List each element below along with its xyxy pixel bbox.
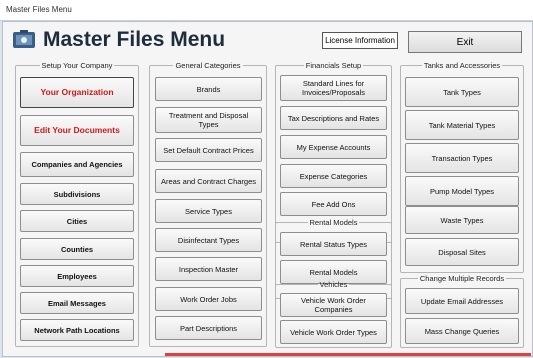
bottom-accent-line xyxy=(165,353,531,356)
standard-lines-button[interactable]: Standard Lines for Invoices/Proposals xyxy=(280,75,387,101)
group-legend: General Categories xyxy=(175,61,241,70)
group-legend: Rental Models xyxy=(309,218,358,227)
update-email-addresses-button[interactable]: Update Email Addresses xyxy=(405,288,519,314)
part-descriptions-button[interactable]: Part Descriptions xyxy=(155,316,262,340)
brands-button[interactable]: Brands xyxy=(155,77,262,101)
disposal-sites-button[interactable]: Disposal Sites xyxy=(405,238,519,266)
inspection-master-button[interactable]: Inspection Master xyxy=(155,257,262,281)
tank-material-types-button[interactable]: Tank Material Types xyxy=(405,110,519,140)
work-order-jobs-button[interactable]: Work Order Jobs xyxy=(155,287,262,311)
tax-descriptions-and-rates-button[interactable]: Tax Descriptions and Rates xyxy=(280,106,387,130)
companies-and-agencies-button[interactable]: Companies and Agencies xyxy=(20,152,134,177)
transaction-types-button[interactable]: Transaction Types xyxy=(405,143,519,173)
treatment-and-disposal-types-button[interactable]: Treatment and Disposal Types xyxy=(155,107,262,133)
disinfectant-types-button[interactable]: Disinfectant Types xyxy=(155,228,262,252)
email-messages-button[interactable]: Email Messages xyxy=(20,292,134,314)
rental-status-types-button[interactable]: Rental Status Types xyxy=(280,232,387,256)
your-organization-button[interactable]: Your Organization xyxy=(20,77,134,108)
counties-button[interactable]: Counties xyxy=(20,238,134,260)
areas-and-contract-charges-button[interactable]: Areas and Contract Charges xyxy=(155,169,262,193)
vehicle-work-order-companies-button[interactable]: Vehicle Work Order Companies xyxy=(280,293,387,317)
exit-button[interactable]: Exit xyxy=(408,31,522,53)
waste-types-button[interactable]: Waste Types xyxy=(405,206,519,234)
network-path-locations-button[interactable]: Network Path Locations xyxy=(20,319,134,341)
group-legend: Financials Setup xyxy=(305,61,362,70)
app-icon xyxy=(13,30,37,55)
mass-change-queries-button[interactable]: Mass Change Queries xyxy=(405,318,519,344)
window-title: Master Files Menu xyxy=(6,5,72,14)
employees-button[interactable]: Employees xyxy=(20,265,134,287)
service-types-button[interactable]: Service Types xyxy=(155,199,262,223)
pump-model-types-button[interactable]: Pump Model Types xyxy=(405,176,519,206)
set-default-contract-prices-button[interactable]: Set Default Contract Prices xyxy=(155,138,262,162)
cities-button[interactable]: Cities xyxy=(20,210,134,232)
edit-your-documents-button[interactable]: Edit Your Documents xyxy=(20,115,134,146)
my-expense-accounts-button[interactable]: My Expense Accounts xyxy=(280,135,387,159)
group-legend: Vehicles xyxy=(319,280,348,289)
group-legend: Change Multiple Records xyxy=(419,274,505,283)
fee-add-ons-button[interactable]: Fee Add Ons xyxy=(280,192,387,216)
group-legend: Setup Your Company xyxy=(41,61,113,70)
license-information-button[interactable]: License Information xyxy=(322,32,398,49)
group-legend: Tanks and Accessories xyxy=(423,61,501,70)
vehicle-work-order-types-button[interactable]: Vehicle Work Order Types xyxy=(280,320,387,344)
tank-types-button[interactable]: Tank Types xyxy=(405,77,519,107)
subdivisions-button[interactable]: Subdivisions xyxy=(20,183,134,205)
expense-categories-button[interactable]: Expense Categories xyxy=(280,164,387,188)
window-titlebar: Master Files Menu xyxy=(0,0,533,21)
header: Master Files Menu License Information Ex… xyxy=(3,22,532,58)
page-title: Master Files Menu xyxy=(43,28,226,51)
main-window: Master Files Menu License Information Ex… xyxy=(2,21,533,357)
